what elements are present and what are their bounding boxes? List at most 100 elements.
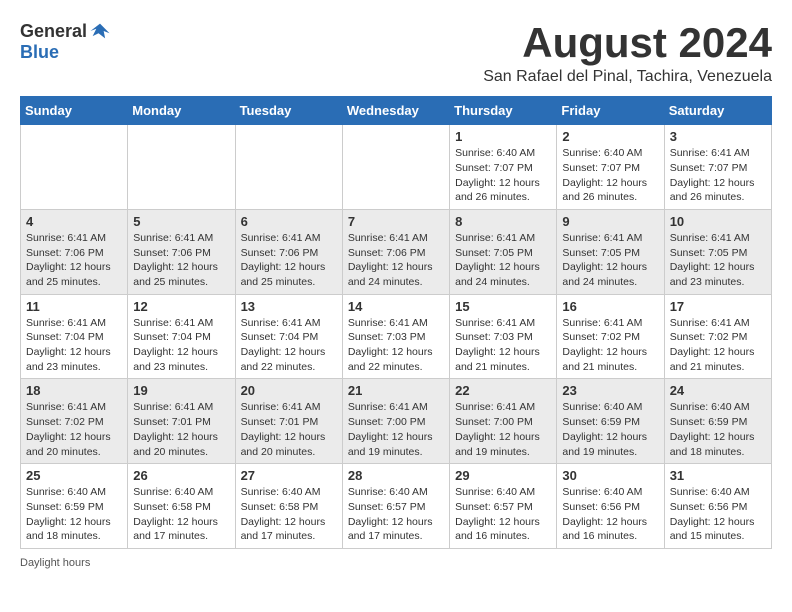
day-info: Sunrise: 6:40 AMSunset: 6:56 PMDaylight:… [562, 485, 658, 544]
day-info: Sunrise: 6:40 AMSunset: 6:59 PMDaylight:… [26, 485, 122, 544]
day-info: Sunrise: 6:41 AMSunset: 7:06 PMDaylight:… [241, 231, 337, 290]
logo-blue-text: Blue [20, 42, 59, 62]
weekday-header-wednesday: Wednesday [342, 97, 449, 125]
day-number: 24 [670, 383, 766, 398]
calendar-cell: 15Sunrise: 6:41 AMSunset: 7:03 PMDayligh… [450, 294, 557, 379]
calendar-cell: 30 Sunrise: 6:40 AMSunset: 6:56 PMDayligh… [557, 464, 664, 549]
calendar-cell: 20 Sunrise: 6:41 AMSunset: 7:01 PMDayligh… [235, 379, 342, 464]
weekday-header-monday: Monday [128, 97, 235, 125]
calendar-cell: 26 Sunrise: 6:40 AMSunset: 6:58 PMDayligh… [128, 464, 235, 549]
title-block: August 2024 San Rafael del Pinal, Tachir… [483, 20, 772, 86]
day-info: Sunrise: 6:41 AMSunset: 7:03 PMDaylight:… [348, 316, 444, 375]
calendar-cell [235, 125, 342, 210]
calendar-week-row: 11 Sunrise: 6:41 AMSunset: 7:04 PMDayligh… [21, 294, 772, 379]
day-number: 11 [26, 299, 122, 314]
day-number: 1 [455, 129, 551, 144]
calendar-cell: 27 Sunrise: 6:40 AMSunset: 6:58 PMDayligh… [235, 464, 342, 549]
weekday-header-tuesday: Tuesday [235, 97, 342, 125]
calendar-cell: 7 Sunrise: 6:41 AMSunset: 7:06 PMDaylight… [342, 209, 449, 294]
day-info: Sunrise: 6:41 AMSunset: 7:03 PMDaylight:… [455, 316, 551, 375]
day-number: 2 [562, 129, 658, 144]
calendar-cell: 24Sunrise: 6:40 AMSunset: 6:59 PMDayligh… [664, 379, 771, 464]
day-number: 30 [562, 468, 658, 483]
calendar-cell: 17Sunrise: 6:41 AMSunset: 7:02 PMDayligh… [664, 294, 771, 379]
day-number: 22 [455, 383, 551, 398]
day-info: Sunrise: 6:41 AMSunset: 7:02 PMDaylight:… [26, 400, 122, 459]
calendar-cell: 5 Sunrise: 6:41 AMSunset: 7:06 PMDaylight… [128, 209, 235, 294]
day-info: Sunrise: 6:41 AMSunset: 7:02 PMDaylight:… [670, 316, 766, 375]
weekday-header-sunday: Sunday [21, 97, 128, 125]
day-info: Sunrise: 6:41 AMSunset: 7:00 PMDaylight:… [455, 400, 551, 459]
day-number: 4 [26, 214, 122, 229]
day-number: 13 [241, 299, 337, 314]
day-info: Sunrise: 6:41 AMSunset: 7:04 PMDaylight:… [241, 316, 337, 375]
calendar-cell: 6Sunrise: 6:41 AMSunset: 7:06 PMDaylight… [235, 209, 342, 294]
calendar-cell: 14 Sunrise: 6:41 AMSunset: 7:03 PMDayligh… [342, 294, 449, 379]
day-number: 5 [133, 214, 229, 229]
day-info: Sunrise: 6:41 AMSunset: 7:05 PMDaylight:… [455, 231, 551, 290]
day-info: Sunrise: 6:41 AMSunset: 7:04 PMDaylight:… [26, 316, 122, 375]
weekday-header-saturday: Saturday [664, 97, 771, 125]
calendar-cell: 29 Sunrise: 6:40 AMSunset: 6:57 PMDayligh… [450, 464, 557, 549]
day-number: 18 [26, 383, 122, 398]
day-info: Sunrise: 6:40 AMSunset: 6:57 PMDaylight:… [455, 485, 551, 544]
day-info: Sunrise: 6:41 AMSunset: 7:05 PMDaylight:… [562, 231, 658, 290]
day-number: 7 [348, 214, 444, 229]
footer: Daylight hours [20, 557, 772, 569]
calendar-cell: 12 Sunrise: 6:41 AMSunset: 7:04 PMDayligh… [128, 294, 235, 379]
day-number: 3 [670, 129, 766, 144]
calendar-cell: 11 Sunrise: 6:41 AMSunset: 7:04 PMDayligh… [21, 294, 128, 379]
day-number: 10 [670, 214, 766, 229]
calendar-header-row: SundayMondayTuesdayWednesdayThursdayFrid… [21, 97, 772, 125]
calendar-cell: 21Sunrise: 6:41 AMSunset: 7:00 PMDayligh… [342, 379, 449, 464]
day-number: 19 [133, 383, 229, 398]
day-info: Sunrise: 6:40 AMSunset: 6:58 PMDaylight:… [241, 485, 337, 544]
logo-general-text: General [20, 21, 87, 42]
calendar-cell: 18 Sunrise: 6:41 AMSunset: 7:02 PMDayligh… [21, 379, 128, 464]
day-info: Sunrise: 6:40 AMSunset: 7:07 PMDaylight:… [455, 146, 551, 205]
day-number: 14 [348, 299, 444, 314]
day-number: 9 [562, 214, 658, 229]
month-title: August 2024 [483, 20, 772, 66]
day-number: 31 [670, 468, 766, 483]
day-number: 29 [455, 468, 551, 483]
day-number: 26 [133, 468, 229, 483]
calendar-cell: 28Sunrise: 6:40 AMSunset: 6:57 PMDayligh… [342, 464, 449, 549]
day-number: 20 [241, 383, 337, 398]
day-info: Sunrise: 6:41 AMSunset: 7:06 PMDaylight:… [133, 231, 229, 290]
day-info: Sunrise: 6:41 AMSunset: 7:02 PMDaylight:… [562, 316, 658, 375]
calendar-cell: 13 Sunrise: 6:41 AMSunset: 7:04 PMDayligh… [235, 294, 342, 379]
day-number: 27 [241, 468, 337, 483]
calendar-cell: 16 Sunrise: 6:41 AMSunset: 7:02 PMDayligh… [557, 294, 664, 379]
day-info: Sunrise: 6:40 AMSunset: 6:58 PMDaylight:… [133, 485, 229, 544]
day-info: Sunrise: 6:41 AMSunset: 7:04 PMDaylight:… [133, 316, 229, 375]
day-number: 12 [133, 299, 229, 314]
calendar-cell: 4Sunrise: 6:41 AMSunset: 7:06 PMDaylight… [21, 209, 128, 294]
calendar-week-row: 4 Sunrise: 6:41 AMSunset: 7:06 PMDaylight… [21, 209, 772, 294]
day-info: Sunrise: 6:41 AMSunset: 7:07 PMDaylight:… [670, 146, 766, 205]
calendar-table: SundayMondayTuesdayWednesdayThursdayFrid… [20, 96, 772, 549]
calendar-cell [342, 125, 449, 210]
calendar-cell: 3 Sunrise: 6:41 AMSunset: 7:07 PMDaylight… [664, 125, 771, 210]
day-info: Sunrise: 6:40 AMSunset: 6:59 PMDaylight:… [562, 400, 658, 459]
page-header: General Blue August 2024 San Rafael del … [20, 20, 772, 86]
day-info: Sunrise: 6:40 AMSunset: 6:56 PMDaylight:… [670, 485, 766, 544]
day-number: 16 [562, 299, 658, 314]
logo: General Blue [20, 20, 111, 63]
calendar-cell [21, 125, 128, 210]
day-info: Sunrise: 6:41 AMSunset: 7:06 PMDaylight:… [348, 231, 444, 290]
day-number: 25 [26, 468, 122, 483]
daylight-label: Daylight hours [20, 557, 90, 569]
calendar-cell [128, 125, 235, 210]
day-info: Sunrise: 6:40 AMSunset: 7:07 PMDaylight:… [562, 146, 658, 205]
day-info: Sunrise: 6:41 AMSunset: 7:05 PMDaylight:… [670, 231, 766, 290]
calendar-week-row: 1 Sunrise: 6:40 AMSunset: 7:07 PMDaylight… [21, 125, 772, 210]
day-info: Sunrise: 6:41 AMSunset: 7:01 PMDaylight:… [241, 400, 337, 459]
location-title: San Rafael del Pinal, Tachira, Venezuela [483, 68, 772, 86]
day-number: 21 [348, 383, 444, 398]
calendar-cell: 25 Sunrise: 6:40 AMSunset: 6:59 PMDayligh… [21, 464, 128, 549]
day-info: Sunrise: 6:41 AMSunset: 7:01 PMDaylight:… [133, 400, 229, 459]
calendar-cell: 1 Sunrise: 6:40 AMSunset: 7:07 PMDaylight… [450, 125, 557, 210]
day-number: 23 [562, 383, 658, 398]
calendar-cell: 10 Sunrise: 6:41 AMSunset: 7:05 PMDayligh… [664, 209, 771, 294]
